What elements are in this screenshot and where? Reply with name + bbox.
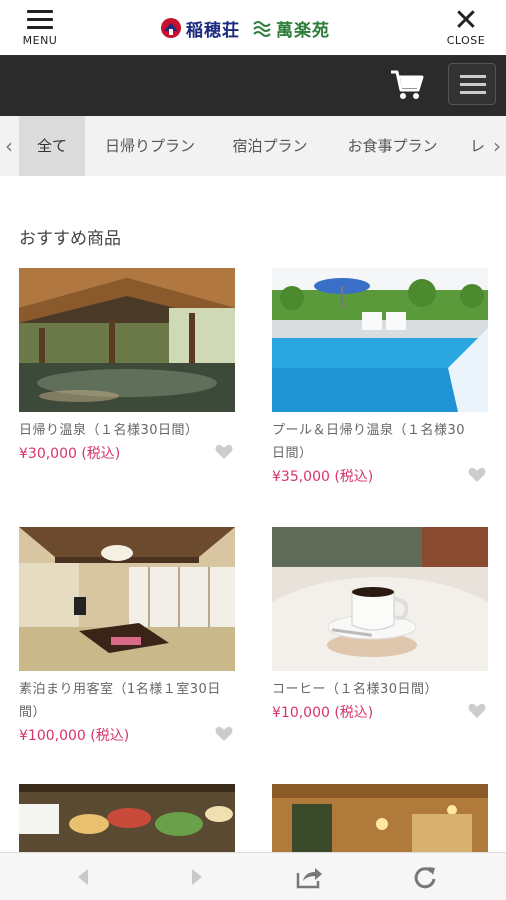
site-logo[interactable]: 稲穂荘 萬楽苑: [160, 12, 350, 44]
tabs-right-arrow-icon[interactable]: ›: [488, 116, 506, 176]
forward-arrow-icon[interactable]: [182, 863, 212, 891]
section-title: おすすめ商品: [19, 229, 121, 249]
product-card[interactable]: 日帰り温泉（１名様30日間） ¥30,000 (税込): [19, 268, 235, 466]
product-card[interactable]: 素泊まり用客室（1名様１室30日 間） ¥100,000 (税込): [19, 527, 235, 748]
logo-text-2: 萬楽苑: [276, 20, 330, 41]
category-tabs: ‹ 全て 日帰りプラン 宿泊プラン お食事プラン レ ›: [0, 116, 506, 176]
product-name: プール＆日帰り温泉（１名様30 日間）: [272, 423, 466, 461]
heart-icon[interactable]: [215, 726, 233, 742]
browser-toolbar: [0, 852, 506, 900]
tab-meal[interactable]: お食事プラン: [330, 116, 455, 176]
close-icon: ✕: [453, 3, 479, 38]
product-name: 日帰り温泉（１名様30日間）: [19, 423, 199, 438]
tab-all[interactable]: 全て: [19, 116, 85, 176]
shop-nav-bar: [0, 55, 506, 116]
price-row: ¥30,000 (税込): [19, 442, 235, 466]
hot-spring-photo[interactable]: [19, 268, 235, 412]
close-label: CLOSE: [446, 34, 486, 47]
tab-stay[interactable]: 宿泊プラン: [215, 116, 325, 176]
guest-room-photo[interactable]: [19, 527, 235, 671]
top-header: MENU 稲穂荘 萬楽苑 ✕ CLOSE: [0, 0, 506, 55]
product-name: コーヒー（１名様30日間）: [272, 682, 439, 697]
share-icon[interactable]: [294, 863, 324, 891]
shopping-cart-icon[interactable]: [390, 69, 424, 101]
product-price: ¥35,000 (税込): [272, 469, 374, 485]
price-row: ¥10,000 (税込): [272, 701, 488, 725]
close-button[interactable]: ✕ CLOSE: [442, 3, 490, 48]
price-row: ¥35,000 (税込): [272, 465, 488, 489]
reload-icon[interactable]: [410, 863, 440, 891]
tab-more[interactable]: レ: [470, 116, 490, 176]
menu-label: MENU: [22, 34, 58, 47]
menu-button[interactable]: MENU: [18, 8, 62, 47]
back-arrow-icon[interactable]: [68, 863, 98, 891]
heart-icon[interactable]: [468, 467, 486, 483]
menu-icon: [27, 10, 53, 30]
product-name: 素泊まり用客室（1名様１室30日 間）: [19, 682, 221, 720]
coffee-photo[interactable]: [272, 527, 488, 671]
logo-wave-icon: [253, 21, 271, 37]
logo-manrakuen: 萬楽苑: [252, 16, 330, 41]
logo-text-1: 稲穂荘: [186, 20, 240, 41]
price-row: ¥100,000 (税込): [19, 724, 235, 748]
product-card[interactable]: コーヒー（１名様30日間） ¥10,000 (税込): [272, 527, 488, 725]
product-price: ¥30,000 (税込): [19, 446, 121, 462]
tabs-left-arrow-icon[interactable]: ‹: [0, 116, 18, 176]
hamburger-icon[interactable]: [448, 63, 496, 105]
logo-mark-icon: [161, 18, 181, 38]
product-card[interactable]: プール＆日帰り温泉（１名様30 日間） ¥35,000 (税込): [272, 268, 488, 489]
heart-icon[interactable]: [215, 444, 233, 460]
product-price: ¥100,000 (税込): [19, 728, 130, 744]
pool-photo[interactable]: [272, 268, 488, 412]
logo-inahoso: 稲穂荘: [160, 16, 240, 41]
tab-day-trip[interactable]: 日帰りプラン: [90, 116, 210, 176]
heart-icon[interactable]: [468, 703, 486, 719]
product-price: ¥10,000 (税込): [272, 705, 374, 721]
